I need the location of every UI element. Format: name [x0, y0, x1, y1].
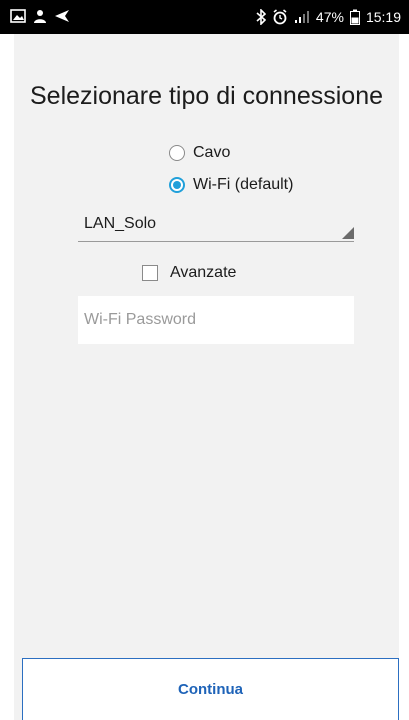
bluetooth-icon [256, 9, 266, 25]
signal-icon [294, 10, 310, 24]
wifi-label: Wi-Fi (default) [193, 176, 294, 193]
status-bar-right: 47% 15:19 [256, 8, 401, 26]
send-icon [54, 9, 70, 23]
phone-screen: 47% 15:19 Selezionare tipo di connession… [0, 0, 409, 720]
battery-percent: 47% [315, 9, 344, 25]
advanced-option[interactable]: Avanzate [142, 264, 236, 282]
radio-option-wifi[interactable]: Wi-Fi (default) [169, 176, 293, 194]
cavo-label: Cavo [193, 144, 231, 161]
network-dropdown[interactable]: LAN_Solo [78, 210, 354, 242]
status-bar-left [10, 8, 70, 24]
wifi-password-input[interactable] [78, 296, 354, 344]
cavo-radio-button[interactable] [169, 145, 185, 161]
alarm-icon [272, 9, 288, 25]
dropdown-arrow-icon [342, 227, 354, 239]
continue-button[interactable]: Continua [22, 658, 399, 720]
user-sync-icon [32, 8, 48, 24]
status-bar: 47% 15:19 [0, 0, 409, 34]
page-title: Selezionare tipo di connessione [29, 82, 383, 110]
radio-option-cavo[interactable]: Cavo [169, 144, 230, 162]
network-dropdown-value: LAN_Solo [84, 215, 157, 232]
image-icon [10, 9, 26, 23]
advanced-label: Avanzate [170, 264, 237, 281]
battery-icon [349, 9, 360, 25]
advanced-checkbox[interactable] [142, 265, 158, 281]
connection-setup-panel: Selezionare tipo di connessione Cavo Wi-… [14, 34, 399, 720]
status-time: 15:19 [365, 9, 401, 25]
wifi-radio-button[interactable] [169, 177, 185, 193]
